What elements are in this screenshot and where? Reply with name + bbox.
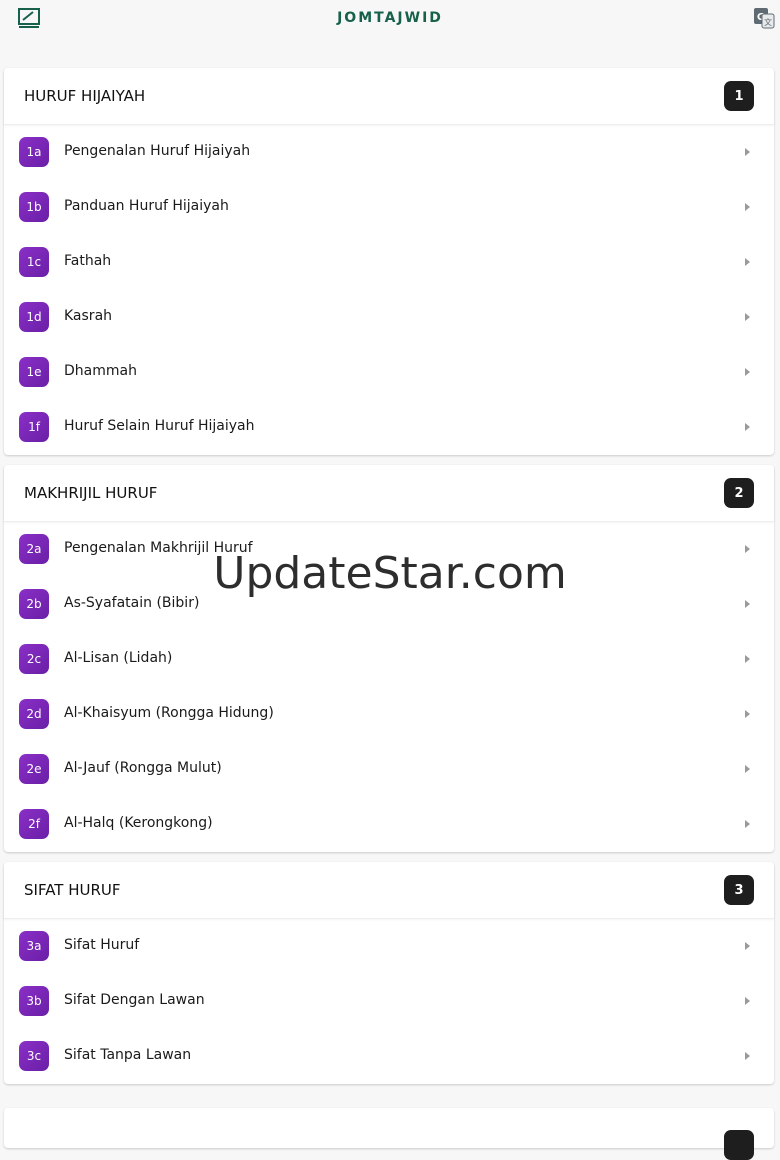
lesson-item[interactable]: 2f Al-Halq (Kerongkong)	[4, 797, 774, 852]
section-number-badge: 3	[724, 875, 754, 905]
section-number-badge	[724, 1130, 754, 1160]
lesson-label: Al-Jauf (Rongga Mulut)	[64, 760, 222, 776]
section-title: MAKHRIJIL HURUF	[24, 484, 158, 502]
lesson-code-badge: 1d	[19, 302, 49, 332]
lesson-label: Al-Lisan (Lidah)	[64, 650, 173, 666]
section-title: HURUF HIJAIYAH	[24, 87, 146, 105]
lesson-item[interactable]: 3a Sifat Huruf	[4, 919, 774, 974]
lesson-item[interactable]: 2e Al-Jauf (Rongga Mulut)	[4, 742, 774, 797]
chevron-right-icon	[745, 258, 750, 266]
lesson-label: Pengenalan Makhrijil Huruf	[64, 540, 253, 556]
lesson-item[interactable]: 2b As-Syafatain (Bibir)	[4, 577, 774, 632]
chevron-right-icon	[745, 600, 750, 608]
chevron-right-icon	[745, 820, 750, 828]
lesson-label: Al-Halq (Kerongkong)	[64, 815, 213, 831]
chevron-right-icon	[745, 545, 750, 553]
lesson-label: Sifat Tanpa Lawan	[64, 1047, 192, 1063]
lesson-label: Al-Khaisyum (Rongga Hidung)	[64, 705, 274, 721]
translate-icon[interactable]: G 文	[753, 7, 775, 29]
lesson-label: As-Syafatain (Bibir)	[64, 595, 200, 611]
top-bar: JOMTAJWID G 文	[0, 0, 780, 36]
lesson-label: Sifat Dengan Lawan	[64, 992, 205, 1008]
lesson-code-badge: 3a	[19, 931, 49, 961]
section-header[interactable]: SIFAT HURUF 3	[4, 862, 774, 919]
lesson-item[interactable]: 2a Pengenalan Makhrijil Huruf	[4, 522, 774, 577]
lesson-code-badge: 2d	[19, 699, 49, 729]
chevron-right-icon	[745, 423, 750, 431]
chevron-right-icon	[745, 655, 750, 663]
lesson-item[interactable]: 3b Sifat Dengan Lawan	[4, 974, 774, 1029]
chevron-right-icon	[745, 203, 750, 211]
lesson-label: Kasrah	[64, 308, 113, 324]
lesson-item[interactable]: 3c Sifat Tanpa Lawan	[4, 1029, 774, 1084]
chevron-right-icon	[745, 148, 750, 156]
chevron-right-icon	[745, 1052, 750, 1060]
section-number-badge: 1	[724, 81, 754, 111]
section-header[interactable]: MAKHRIJIL HURUF 2	[4, 465, 774, 522]
lesson-code-badge: 2e	[19, 754, 49, 784]
lesson-item[interactable]: 1c Fathah	[4, 235, 774, 290]
lesson-label: Sifat Huruf	[64, 937, 140, 953]
lesson-item[interactable]: 2d Al-Khaisyum (Rongga Hidung)	[4, 687, 774, 742]
lesson-code-badge: 2f	[19, 809, 49, 839]
lesson-item[interactable]: 1a Pengenalan Huruf Hijaiyah	[4, 125, 774, 180]
svg-text:文: 文	[764, 17, 772, 27]
section-card: HURUF HIJAIYAH 1 1a Pengenalan Huruf Hijaiy…	[4, 68, 774, 455]
lesson-code-badge: 1a	[19, 137, 49, 167]
lesson-code-badge: 2a	[19, 534, 49, 564]
lesson-code-badge: 1b	[19, 192, 49, 222]
section-card-partial	[4, 1108, 774, 1160]
lesson-sections: HURUF HIJAIYAH 1 1a Pengenalan Huruf Hijaiy…	[4, 68, 774, 1094]
chevron-right-icon	[745, 710, 750, 718]
chevron-right-icon	[745, 313, 750, 321]
lesson-code-badge: 1f	[19, 412, 49, 442]
chevron-right-icon	[745, 368, 750, 376]
section-title: SIFAT HURUF	[24, 881, 121, 899]
section-card: SIFAT HURUF 3 3a Sifat Huruf 3b Sifat Dengan …	[4, 862, 774, 1084]
chevron-right-icon	[745, 765, 750, 773]
lesson-item[interactable]: 1d Kasrah	[4, 290, 774, 345]
chevron-right-icon	[745, 942, 750, 950]
section-card: MAKHRIJIL HURUF 2 2a Pengenalan Makhrijil H…	[4, 465, 774, 852]
chevron-right-icon	[745, 997, 750, 1005]
section-number-badge: 2	[724, 478, 754, 508]
lesson-item[interactable]: 2c Al-Lisan (Lidah)	[4, 632, 774, 687]
lesson-item[interactable]: 1f Huruf Selain Huruf Hijaiyah	[4, 400, 774, 455]
lesson-label: Fathah	[64, 253, 112, 269]
lesson-label: Panduan Huruf Hijaiyah	[64, 198, 229, 214]
lesson-item[interactable]: 1e Dhammah	[4, 345, 774, 400]
lesson-code-badge: 3c	[19, 1041, 49, 1071]
app-title: JOMTAJWID	[337, 10, 443, 26]
lesson-code-badge: 2c	[19, 644, 49, 674]
lesson-label: Pengenalan Huruf Hijaiyah	[64, 143, 251, 159]
lesson-code-badge: 1e	[19, 357, 49, 387]
lesson-label: Dhammah	[64, 363, 137, 379]
lesson-label: Huruf Selain Huruf Hijaiyah	[64, 418, 255, 434]
lesson-code-badge: 3b	[19, 986, 49, 1016]
lesson-code-badge: 1c	[19, 247, 49, 277]
lesson-item[interactable]: 1b Panduan Huruf Hijaiyah	[4, 180, 774, 235]
section-header[interactable]: HURUF HIJAIYAH 1	[4, 68, 774, 125]
lesson-code-badge: 2b	[19, 589, 49, 619]
